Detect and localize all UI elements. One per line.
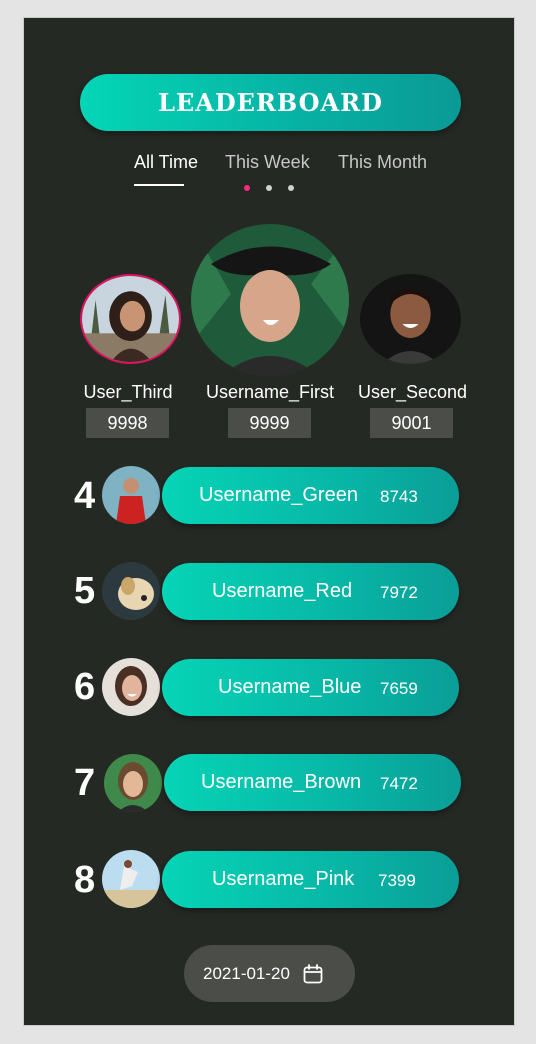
row-username: Username_Blue bbox=[218, 676, 362, 698]
row-score: 7472 bbox=[380, 774, 418, 793]
page-dot-3[interactable] bbox=[288, 185, 294, 191]
tab-this-week[interactable]: This Week bbox=[225, 152, 310, 173]
row-username: Username_Brown bbox=[201, 771, 362, 793]
leaderboard-row-6[interactable]: Username_Blue 7659 bbox=[162, 659, 459, 716]
row-score: 7659 bbox=[380, 679, 418, 698]
row-score: 7972 bbox=[380, 583, 418, 602]
avatar-blue[interactable] bbox=[102, 658, 160, 716]
leaderboard-row-8[interactable]: Username_Pink 7399 bbox=[162, 851, 459, 908]
leaderboard-row-5[interactable]: Username_Red 7972 bbox=[162, 563, 459, 620]
row-username: Username_Red bbox=[212, 580, 353, 602]
row-score: 7399 bbox=[378, 871, 416, 890]
calendar-icon[interactable] bbox=[302, 963, 324, 985]
row-username: Username_Pink bbox=[212, 868, 355, 890]
rank-number: 5 bbox=[74, 570, 96, 612]
third-place-name: User_Third bbox=[83, 382, 173, 402]
third-place-score: 9998 bbox=[86, 408, 169, 438]
rank-number: 6 bbox=[74, 666, 96, 708]
avatar-green[interactable] bbox=[102, 466, 160, 524]
leaderboard-row-4[interactable]: Username_Green 8743 bbox=[162, 467, 459, 524]
avatar-pink[interactable] bbox=[102, 850, 160, 908]
avatar-red[interactable] bbox=[102, 562, 160, 620]
leaderboard-row-7[interactable]: Username_Brown 7472 bbox=[164, 754, 461, 811]
rank-number: 8 bbox=[74, 859, 96, 901]
page-dot-2[interactable] bbox=[266, 185, 272, 191]
page-dot-1[interactable] bbox=[244, 185, 250, 191]
leaderboard-title: LEADERBOARD bbox=[80, 74, 461, 131]
row-username: Username_Green bbox=[199, 484, 358, 506]
rank-number: 7 bbox=[74, 762, 96, 804]
first-place-score: 9999 bbox=[228, 408, 311, 438]
first-place-name: Username_First bbox=[205, 382, 335, 402]
avatar-brown[interactable] bbox=[104, 754, 162, 812]
tab-this-month[interactable]: This Month bbox=[338, 152, 427, 173]
avatar-first[interactable] bbox=[191, 224, 349, 376]
second-place-name: User_Second bbox=[358, 382, 468, 402]
rank-number: 4 bbox=[74, 475, 96, 517]
active-tab-indicator bbox=[134, 184, 184, 186]
row-score: 8743 bbox=[380, 487, 418, 506]
leaderboard-screen: LEADERBOARD All Time This Week This Mont… bbox=[23, 17, 515, 1026]
second-place-score: 9001 bbox=[370, 408, 453, 438]
tab-all-time[interactable]: All Time bbox=[134, 152, 198, 173]
avatar-third[interactable] bbox=[80, 274, 181, 364]
selected-date: 2021-01-20 bbox=[203, 963, 290, 983]
date-selector[interactable]: 2021-01-20 bbox=[184, 945, 355, 1002]
avatar-second[interactable] bbox=[360, 274, 461, 364]
